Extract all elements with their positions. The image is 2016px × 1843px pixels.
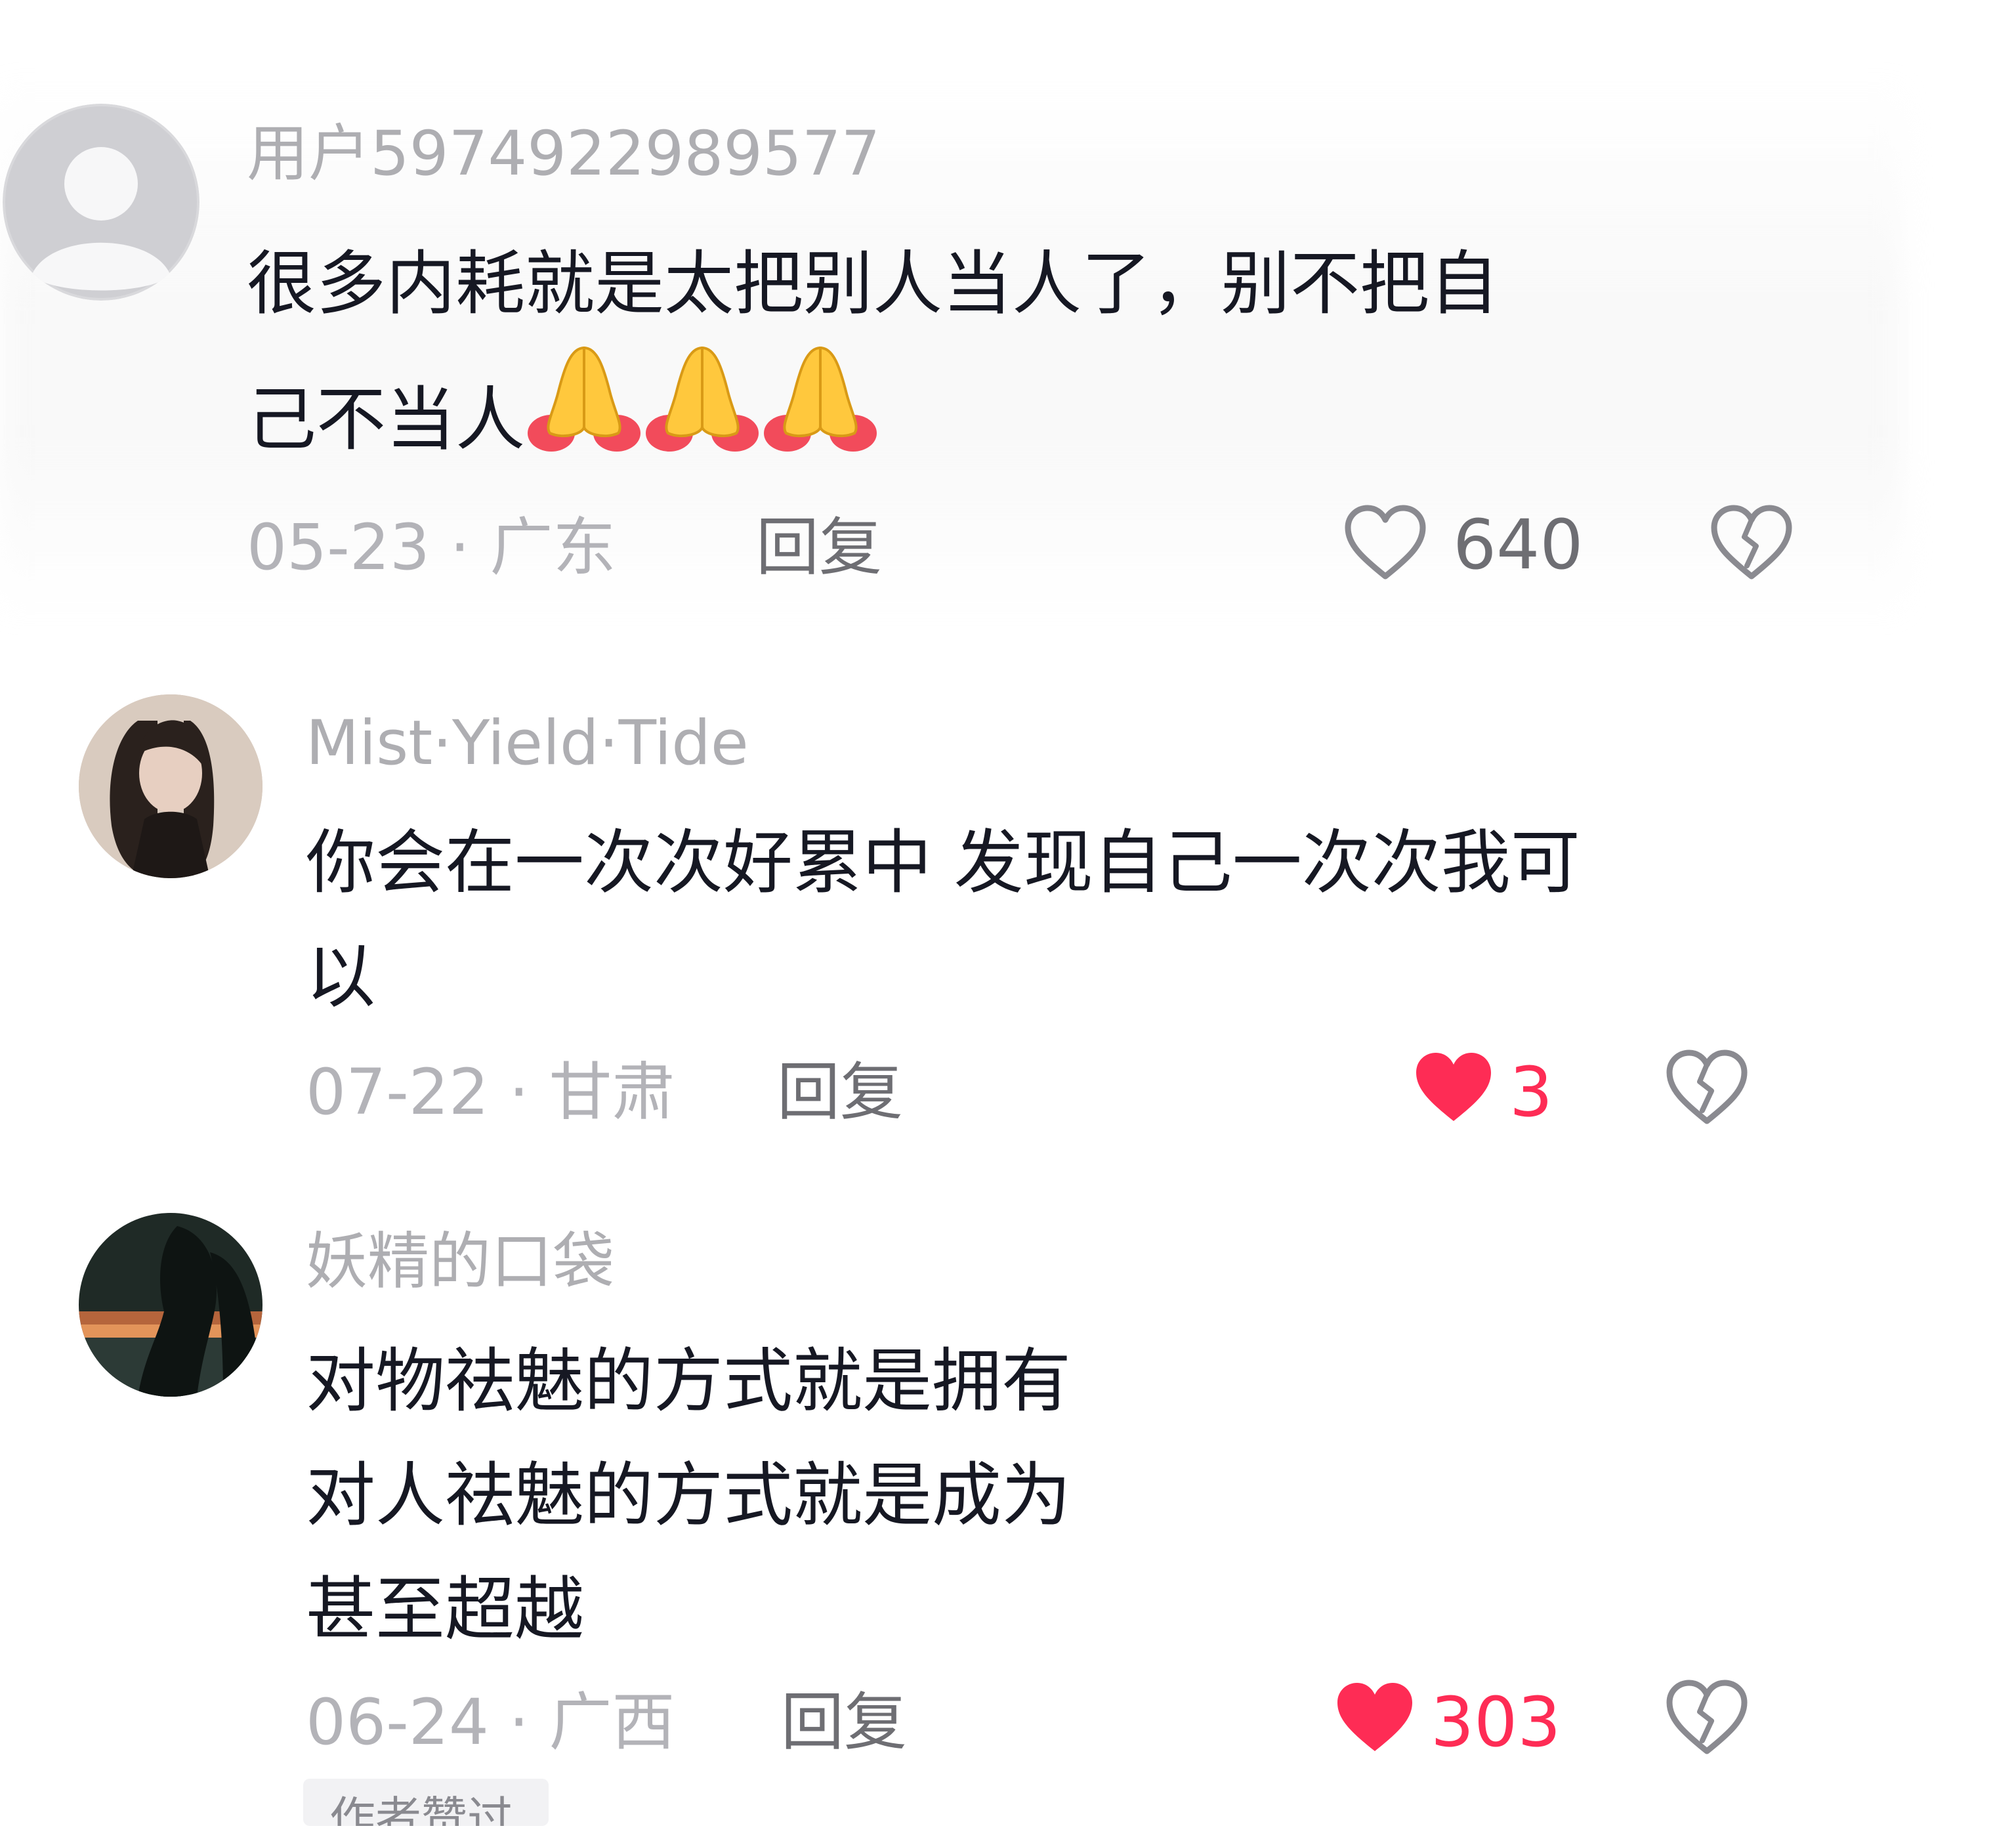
author-liked-tag: 作者赞过: [303, 1779, 549, 1826]
dislike-button[interactable]: [1664, 1048, 1750, 1129]
comment-line: 以: [306, 937, 375, 1017]
folded-hands-emoji: [528, 346, 640, 452]
broken-heart-icon: [1666, 1680, 1748, 1754]
avatar-default[interactable]: [3, 104, 200, 301]
comment-text: 很多内耗就是太把别人当人了，别不把自 己不当人: [247, 227, 1499, 486]
comment-line: 你会在一次次好累中 发现自己一次次我可: [306, 822, 1580, 903]
reply-button[interactable]: 回复: [781, 1691, 907, 1754]
comment-text: 你会在一次次好累中 发现自己一次次我可 以: [306, 806, 1580, 1034]
comment-line: 很多内耗就是太把别人当人了，别不把自: [247, 244, 1499, 324]
comment-line: 对物祛魅的方式就是拥有: [306, 1341, 1071, 1422]
heart-outline-icon: [1345, 505, 1426, 580]
avatar-user-photo[interactable]: [79, 1213, 262, 1397]
reply-button[interactable]: 回复: [756, 516, 882, 579]
reply-button[interactable]: 回复: [777, 1061, 903, 1124]
heart-filled-icon: [1416, 1053, 1491, 1121]
comment-line: 甚至超越: [306, 1569, 584, 1650]
dislike-button[interactable]: [1709, 503, 1794, 584]
comment-line-2: 己不当人: [247, 341, 1499, 486]
comment-meta: 06-24 · 广西: [306, 1685, 675, 1759]
like-count: 303: [1431, 1682, 1561, 1762]
username[interactable]: 用户5974922989577: [247, 123, 880, 185]
comment-text: 对物祛魅的方式就是拥有 对人祛魅的方式就是成为 甚至超越: [306, 1324, 1071, 1667]
username[interactable]: Mist·Yield·Tide: [306, 713, 749, 774]
folded-hands-emoji: [646, 346, 759, 452]
avatar-user-photo[interactable]: [79, 694, 262, 878]
dislike-button[interactable]: [1664, 1678, 1750, 1759]
username[interactable]: 妖精的口袋: [306, 1231, 614, 1293]
author-liked-label: 作者赞过: [329, 1792, 513, 1826]
comment-meta: 07-22 · 甘肃: [306, 1055, 675, 1129]
comment-line-text: 己不当人: [247, 379, 525, 460]
like-count: 640: [1453, 505, 1584, 585]
emoji-group: [525, 341, 879, 486]
comment-line: 对人祛魅的方式就是成为: [306, 1455, 1071, 1536]
broken-heart-icon: [1666, 1049, 1748, 1124]
folded-hands-emoji: [764, 346, 877, 452]
comment-meta: 05-23 · 广东: [247, 511, 616, 584]
like-count: 3: [1509, 1052, 1553, 1132]
broken-heart-icon: [1711, 505, 1792, 580]
heart-filled-icon: [1337, 1683, 1412, 1751]
